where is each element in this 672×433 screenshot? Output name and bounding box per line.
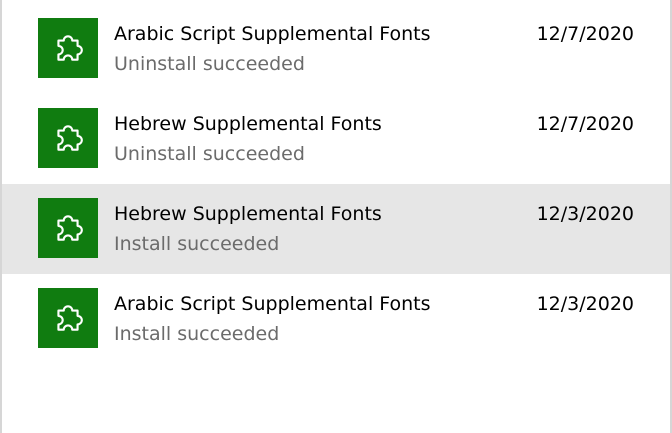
feature-name: Hebrew Supplemental Fonts: [114, 113, 382, 135]
feature-date: 12/7/2020: [536, 23, 634, 45]
history-item-selected[interactable]: Hebrew Supplemental Fonts Install succee…: [2, 184, 670, 274]
feature-date: 12/3/2020: [536, 203, 634, 225]
feature-status: Uninstall succeeded: [114, 53, 305, 75]
feature-name: Arabic Script Supplemental Fonts: [114, 23, 431, 45]
feature-tile: [38, 198, 98, 258]
feature-status: Install succeeded: [114, 233, 280, 255]
puzzle-piece-icon: [57, 305, 83, 331]
history-item[interactable]: Arabic Script Supplemental Fonts Install…: [2, 274, 670, 364]
feature-date: 12/3/2020: [536, 293, 634, 315]
feature-history-list: Arabic Script Supplemental Fonts Uninsta…: [2, 4, 670, 364]
puzzle-piece-icon: [57, 125, 83, 151]
feature-tile: [38, 288, 98, 348]
feature-date: 12/7/2020: [536, 113, 634, 135]
feature-name: Arabic Script Supplemental Fonts: [114, 293, 431, 315]
feature-tile: [38, 108, 98, 168]
feature-name: Hebrew Supplemental Fonts: [114, 203, 382, 225]
feature-tile: [38, 18, 98, 78]
puzzle-piece-icon: [57, 35, 83, 61]
history-item[interactable]: Arabic Script Supplemental Fonts Uninsta…: [2, 4, 670, 94]
history-item[interactable]: Hebrew Supplemental Fonts Uninstall succ…: [2, 94, 670, 184]
feature-status: Install succeeded: [114, 323, 280, 345]
puzzle-piece-icon: [57, 215, 83, 241]
feature-status: Uninstall succeeded: [114, 143, 305, 165]
optional-features-history-window: Arabic Script Supplemental Fonts Uninsta…: [0, 0, 672, 433]
